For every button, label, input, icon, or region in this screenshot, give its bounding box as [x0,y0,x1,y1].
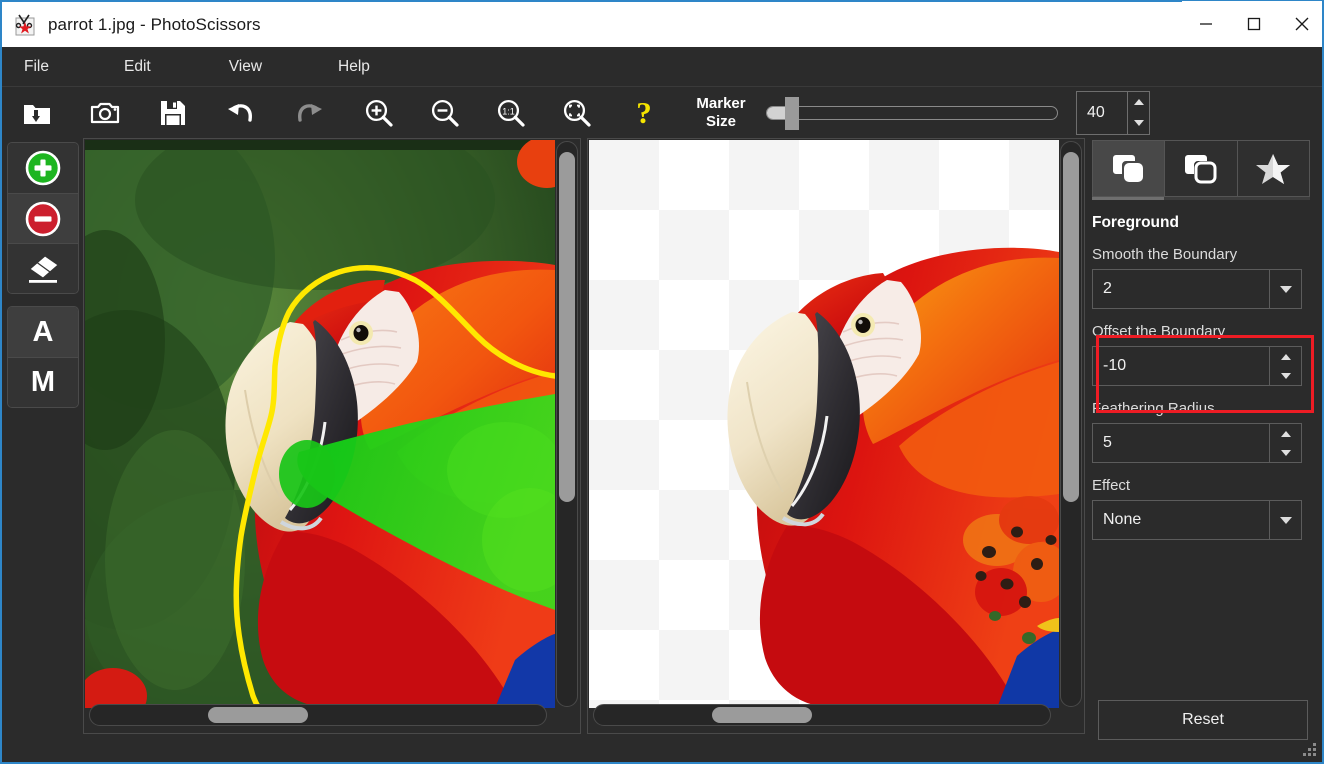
auto-mode-button[interactable]: A [8,307,78,357]
question-mark-icon[interactable]: ? [624,91,664,135]
settings-panel: Foreground Smooth the Boundary 2 Offset … [1092,140,1316,740]
undo-arrow-icon[interactable] [218,91,264,135]
magnifier-minus-icon[interactable] [422,91,468,135]
marker-size-decrement-button[interactable] [1128,113,1149,134]
mode-group: A M [7,306,79,408]
window-controls [1182,1,1324,48]
smooth-the-boundary-value: 2 [1093,270,1269,308]
plus-circle-green-icon [24,149,62,187]
minus-circle-red-icon [24,200,62,238]
marker-size-label: Marker Size [686,95,756,131]
preview-horizontal-scrollbar[interactable] [593,704,1051,726]
background-marker-tool[interactable] [8,193,78,243]
menu-item-view[interactable]: View [219,52,272,82]
triangle-up-icon [1134,99,1144,105]
magnifier-plus-icon[interactable] [356,91,402,135]
help-glyph: ? [636,97,652,128]
camera-icon[interactable] [82,91,128,135]
source-image-panel[interactable] [83,138,581,734]
layers-outline-icon [1183,152,1219,186]
resize-grip-icon[interactable] [1302,742,1316,756]
effect-chevron[interactable] [1269,501,1301,539]
floppy-save-icon[interactable] [150,91,196,135]
source-parrot-image [85,140,555,708]
magnifier-fit-icon[interactable] [554,91,600,135]
source-vertical-scrollbar[interactable] [556,141,578,707]
marker-tool-group [7,142,79,294]
maximize-button[interactable] [1230,1,1278,46]
menu-bar: File Edit View Help [2,47,1324,86]
effect-label: Effect [1092,477,1316,494]
marker-size-stepper[interactable]: 40 [1076,91,1150,135]
close-button[interactable] [1278,1,1324,46]
magnifier-1to1-icon[interactable]: 1:1 [488,91,534,135]
eraser-icon [23,251,63,287]
marker-size-increment-button[interactable] [1128,92,1149,113]
marker-size-value[interactable]: 40 [1077,92,1127,134]
settings-tabs [1092,140,1310,197]
source-canvas[interactable] [85,140,555,708]
menu-item-edit[interactable]: Edit [114,52,161,82]
effect-value: None [1093,501,1269,539]
source-horizontal-scrollbar[interactable] [89,704,547,726]
main-toolbar: 1:1 ? Marker Size 40 [2,86,1324,138]
triangle-down-icon [1134,120,1144,126]
preview-parrot-image [589,140,1059,708]
marker-size-stepper-arrows [1127,92,1149,134]
triangle-down-icon [1281,450,1291,456]
settings-section-title: Foreground [1092,214,1316,232]
preview-vertical-scrollbar[interactable] [1060,141,1082,707]
preview-horizontal-scroll-thumb[interactable] [712,707,812,723]
tab-underline [1092,197,1310,200]
preview-canvas[interactable] [589,140,1059,708]
source-horizontal-scroll-thumb[interactable] [208,707,308,723]
foreground-marker-tool[interactable] [8,143,78,193]
redo-arrow-icon[interactable] [286,91,332,135]
folder-download-icon[interactable] [14,91,60,135]
star-icon [1254,152,1292,186]
manual-mode-button[interactable]: M [8,357,78,407]
marker-size-slider-thumb[interactable] [785,97,799,130]
tab-underline-active [1092,197,1164,200]
marker-size-label-line2: Size [686,113,756,131]
title-bar: parrot 1.jpg - PhotoScissors [2,0,1324,47]
chevron-down-icon [1280,517,1292,524]
smooth-the-boundary-dropdown[interactable]: 2 [1092,269,1302,309]
scissors-star-icon [14,13,38,37]
tab-foreground[interactable] [1093,141,1165,196]
tab-effects[interactable] [1238,141,1309,196]
effect-dropdown[interactable]: None [1092,500,1302,540]
smooth-the-boundary-chevron[interactable] [1269,270,1301,308]
preview-vertical-scroll-thumb[interactable] [1063,152,1079,502]
menu-item-help[interactable]: Help [328,52,380,82]
svg-text:1:1: 1:1 [502,106,515,116]
feathering-decrement-button[interactable] [1270,443,1301,462]
offset-the-boundary-highlight [1096,335,1314,413]
auto-mode-label: A [33,316,54,349]
source-vertical-scroll-thumb[interactable] [559,152,575,502]
layers-filled-icon [1111,152,1147,186]
window-title: parrot 1.jpg - PhotoScissors [48,15,261,35]
eraser-tool[interactable] [8,243,78,293]
triangle-up-icon [1281,431,1291,437]
chevron-down-icon [1280,286,1292,293]
minimize-button[interactable] [1182,1,1230,46]
menu-item-file[interactable]: File [14,52,59,82]
tool-rail: A M [7,142,79,408]
feathering-radius-arrows [1269,424,1301,462]
marker-size-label-line1: Marker [686,95,756,113]
feathering-radius-stepper[interactable]: 5 [1092,423,1302,463]
tab-background[interactable] [1165,141,1237,196]
feathering-increment-button[interactable] [1270,424,1301,443]
reset-button[interactable]: Reset [1098,700,1308,740]
feathering-radius-value[interactable]: 5 [1093,424,1269,462]
application-window: parrot 1.jpg - PhotoScissors File Edit V… [0,0,1324,764]
preview-image-panel[interactable] [587,138,1085,734]
marker-size-slider[interactable] [766,106,1058,120]
manual-mode-label: M [31,366,55,399]
smooth-the-boundary-label: Smooth the Boundary [1092,246,1316,263]
